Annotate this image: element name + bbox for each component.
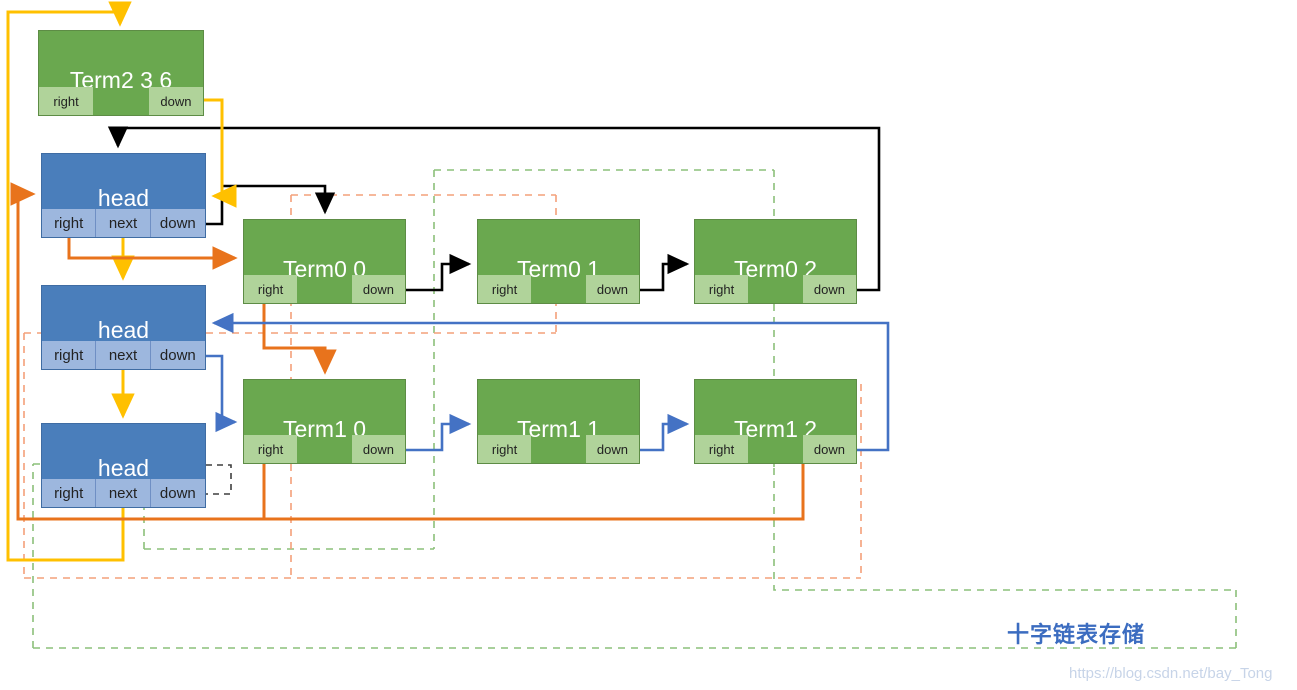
node-fields: right next down — [42, 209, 205, 237]
node-head-2[interactable]: head right next down — [41, 423, 206, 508]
node-term2-3-6[interactable]: Term2 3 6 right down — [38, 30, 204, 116]
node-term1-2[interactable]: Term1 2 right down — [694, 379, 857, 464]
field-down[interactable]: down — [351, 275, 405, 303]
field-right[interactable]: right — [478, 435, 532, 463]
diagram-canvas: Term2 3 6 right down head right next dow… — [0, 0, 1297, 690]
node-fields: right down — [695, 435, 856, 463]
field-right[interactable]: right — [42, 479, 97, 507]
node-term1-1[interactable]: Term1 1 right down — [477, 379, 640, 464]
diagram-caption: 十字链表存储 — [1007, 623, 1146, 648]
field-right[interactable]: right — [244, 435, 298, 463]
field-right[interactable]: right — [695, 435, 749, 463]
field-right[interactable]: right — [39, 87, 94, 115]
watermark-url: https://blog.csdn.net/bay_Tong — [1069, 665, 1273, 682]
node-fields: right down — [244, 435, 405, 463]
field-right[interactable]: right — [42, 341, 97, 369]
field-down[interactable]: down — [148, 87, 203, 115]
node-term0-0[interactable]: Term0 0 right down — [243, 219, 406, 304]
field-next[interactable]: next — [96, 209, 151, 237]
field-right[interactable]: right — [42, 209, 97, 237]
node-fields: right next down — [42, 341, 205, 369]
node-fields: right down — [478, 275, 639, 303]
field-gap — [297, 435, 352, 463]
field-down[interactable]: down — [802, 275, 856, 303]
field-down[interactable]: down — [351, 435, 405, 463]
field-right[interactable]: right — [244, 275, 298, 303]
field-gap — [531, 435, 586, 463]
field-down[interactable]: down — [802, 435, 856, 463]
field-gap — [297, 275, 352, 303]
field-gap — [531, 275, 586, 303]
field-down[interactable]: down — [585, 435, 639, 463]
field-down[interactable]: down — [585, 275, 639, 303]
node-term0-2[interactable]: Term0 2 right down — [694, 219, 857, 304]
node-fields: right down — [39, 87, 203, 115]
field-right[interactable]: right — [478, 275, 532, 303]
field-gap — [748, 435, 803, 463]
node-title: head — [97, 317, 150, 343]
field-down[interactable]: down — [150, 341, 205, 369]
node-fields: right down — [244, 275, 405, 303]
node-title: head — [97, 185, 150, 211]
field-next[interactable]: next — [96, 341, 151, 369]
field-next[interactable]: next — [96, 479, 151, 507]
black-dashed-null — [206, 464, 232, 495]
node-fields: right down — [695, 275, 856, 303]
node-head-0[interactable]: head right next down — [41, 153, 206, 238]
node-fields: right down — [478, 435, 639, 463]
node-fields: right next down — [42, 479, 205, 507]
node-term1-0[interactable]: Term1 0 right down — [243, 379, 406, 464]
field-right[interactable]: right — [695, 275, 749, 303]
node-term0-1[interactable]: Term0 1 right down — [477, 219, 640, 304]
node-head-1[interactable]: head right next down — [41, 285, 206, 370]
field-down[interactable]: down — [150, 479, 205, 507]
node-title: head — [97, 455, 150, 481]
field-down[interactable]: down — [150, 209, 205, 237]
field-gap — [93, 87, 149, 115]
field-gap — [748, 275, 803, 303]
